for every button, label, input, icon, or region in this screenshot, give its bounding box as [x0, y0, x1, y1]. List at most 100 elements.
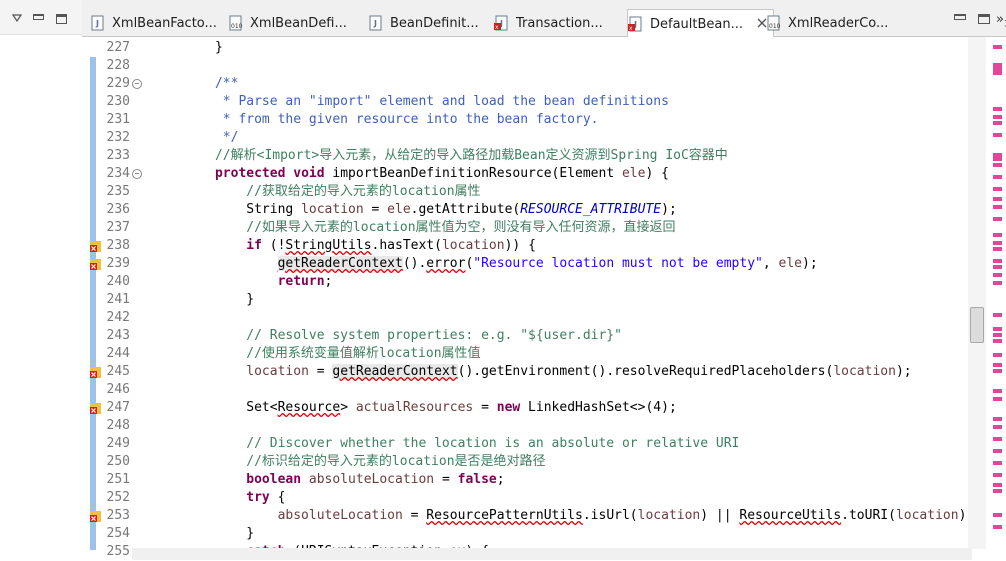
overview-error-marker[interactable] [993, 247, 1002, 251]
editor-tab[interactable]: 010 XmlReaderCo... [766, 10, 888, 36]
minimize-icon[interactable] [33, 14, 44, 20]
code-token: getReaderContext [277, 256, 403, 271]
code-token: if [246, 238, 262, 253]
error-marker-icon[interactable] [90, 258, 101, 270]
code-line[interactable] [168, 57, 978, 75]
editor-tab[interactable]: J XmlBeanFacto... [90, 10, 217, 36]
overview-error-marker[interactable] [993, 327, 1002, 331]
overview-error-marker[interactable] [993, 353, 1002, 357]
code-line[interactable]: try { [168, 489, 978, 507]
code-token: void [293, 166, 325, 181]
overview-error-marker[interactable] [993, 461, 1002, 465]
collapse-fold-icon[interactable]: − [132, 79, 142, 89]
code-line[interactable]: //解析<Import>导入元素，从给定的导入路径加载Bean定义资源到Spri… [168, 147, 978, 165]
code-line[interactable]: } [168, 291, 978, 309]
svg-text:x: x [629, 25, 633, 32]
overview-error-marker[interactable] [993, 187, 1002, 191]
code-line[interactable]: } [168, 525, 978, 543]
code-line[interactable]: } [168, 39, 978, 57]
code-line[interactable]: //如果导入元素的location属性值为空，则没有导入任何资源，直接返回 [168, 219, 978, 237]
code-line[interactable]: getReaderContext().error("Resource locat… [168, 255, 978, 273]
editor-tab[interactable]: 010 XmlBeanDefi... [228, 10, 347, 36]
horizontal-scrollbar[interactable] [132, 548, 972, 560]
overview-error-marker[interactable] [993, 489, 1002, 493]
vertical-scrollbar[interactable] [968, 37, 986, 549]
overview-error-marker[interactable] [993, 313, 1002, 317]
overview-error-marker[interactable] [993, 425, 1002, 429]
overview-error-marker[interactable] [993, 217, 1002, 221]
overview-error-marker[interactable] [993, 363, 1002, 367]
code-token: new [496, 400, 521, 415]
vertical-scrollbar-thumb[interactable] [970, 307, 984, 343]
overview-error-marker[interactable] [993, 205, 1002, 209]
overview-error-marker[interactable] [993, 241, 1002, 245]
code-line[interactable]: return; [168, 273, 978, 291]
code-line[interactable]: boolean absoluteLocation = false; [168, 471, 978, 489]
code-line[interactable]: //使用系统变量值解析location属性值 [168, 345, 978, 363]
code-line[interactable]: // Resolve system properties: e.g. "${us… [168, 327, 978, 345]
maximize-icon[interactable] [56, 14, 67, 24]
code-line[interactable]: Set<Resource> actualResources = new Link… [168, 399, 978, 417]
code-line[interactable] [168, 417, 978, 435]
overview-error-marker[interactable] [993, 115, 1002, 119]
code-line[interactable]: if (!StringUtils.hasText(location)) { [168, 237, 978, 255]
overview-error-marker[interactable] [993, 525, 1002, 529]
error-marker-icon[interactable] [90, 366, 101, 378]
overview-error-marker[interactable] [993, 513, 1002, 517]
code-editor[interactable]: 227 228 229−230 231 232 233 234−235 236 237 238 23… [82, 37, 1006, 560]
overview-error-marker[interactable] [993, 389, 1002, 393]
code-line[interactable]: * from the given resource into the bean … [168, 111, 978, 129]
code-text-area[interactable]: } /** * Parse an "import" element and lo… [168, 39, 978, 561]
overview-error-marker[interactable] [993, 259, 1002, 263]
overview-error-marker[interactable] [993, 333, 1002, 337]
overview-error-marker[interactable] [993, 417, 1002, 421]
overview-error-marker[interactable] [993, 473, 1002, 477]
code-line[interactable]: //获取给定的导入元素的location属性 [168, 183, 978, 201]
overview-error-marker[interactable] [993, 71, 1002, 75]
editor-tab[interactable]: Jx Transaction... [494, 10, 603, 36]
error-marker-icon[interactable] [90, 402, 101, 414]
overview-error-marker[interactable] [993, 273, 1002, 277]
svg-text:J: J [373, 19, 377, 28]
overview-error-marker[interactable] [993, 107, 1002, 111]
code-line[interactable]: protected void importBeanDefinitionResou… [168, 165, 978, 183]
overview-error-marker[interactable] [993, 369, 1002, 373]
overview-error-marker[interactable] [993, 157, 1002, 161]
code-token: importBeanDefinitionResource(Element [324, 166, 622, 181]
overview-error-marker[interactable] [993, 397, 1002, 401]
overview-error-marker[interactable] [993, 233, 1002, 237]
overview-ruler[interactable] [986, 37, 1006, 560]
overview-error-marker[interactable] [993, 437, 1002, 441]
overview-error-marker[interactable] [993, 175, 1002, 179]
overview-error-marker[interactable] [993, 163, 1002, 167]
code-line[interactable] [168, 381, 978, 399]
code-line[interactable]: /** [168, 75, 978, 93]
code-line[interactable]: String location = ele.getAttribute(RESOU… [168, 201, 978, 219]
tab-overflow-button[interactable]: »33 [996, 12, 1006, 30]
overview-error-marker[interactable] [993, 265, 1002, 269]
maximize-editor-icon[interactable] [978, 14, 990, 24]
code-line[interactable]: // Discover whether the location is an a… [168, 435, 978, 453]
code-line[interactable] [168, 309, 978, 327]
code-line[interactable]: */ [168, 129, 978, 147]
code-line[interactable]: location = getReaderContext().getEnviron… [168, 363, 978, 381]
minimize-editor-icon[interactable] [954, 14, 966, 20]
code-line[interactable]: //标识给定的导入元素的location是否是绝对路径 [168, 453, 978, 471]
overview-error-marker[interactable] [993, 197, 1002, 201]
overview-error-marker[interactable] [993, 339, 1002, 343]
editor-tab[interactable]: Jx DefaultBean... [627, 9, 775, 38]
overview-error-marker[interactable] [993, 483, 1002, 487]
overview-error-marker[interactable] [993, 45, 1002, 49]
collapse-fold-icon[interactable]: − [132, 169, 142, 179]
error-marker-icon[interactable] [90, 510, 101, 522]
editor-tab[interactable]: J BeanDefinit... [368, 10, 479, 36]
overview-error-marker[interactable] [993, 449, 1002, 453]
code-line[interactable]: * Parse an "import" element and load the… [168, 93, 978, 111]
code-line[interactable]: absoluteLocation = ResourcePatternUtils.… [168, 507, 978, 525]
overview-error-marker[interactable] [993, 281, 1002, 285]
error-marker-icon[interactable] [90, 240, 101, 252]
overview-error-marker[interactable] [993, 133, 1002, 137]
view-menu-icon[interactable] [12, 14, 22, 22]
overview-error-marker[interactable] [993, 121, 1002, 125]
